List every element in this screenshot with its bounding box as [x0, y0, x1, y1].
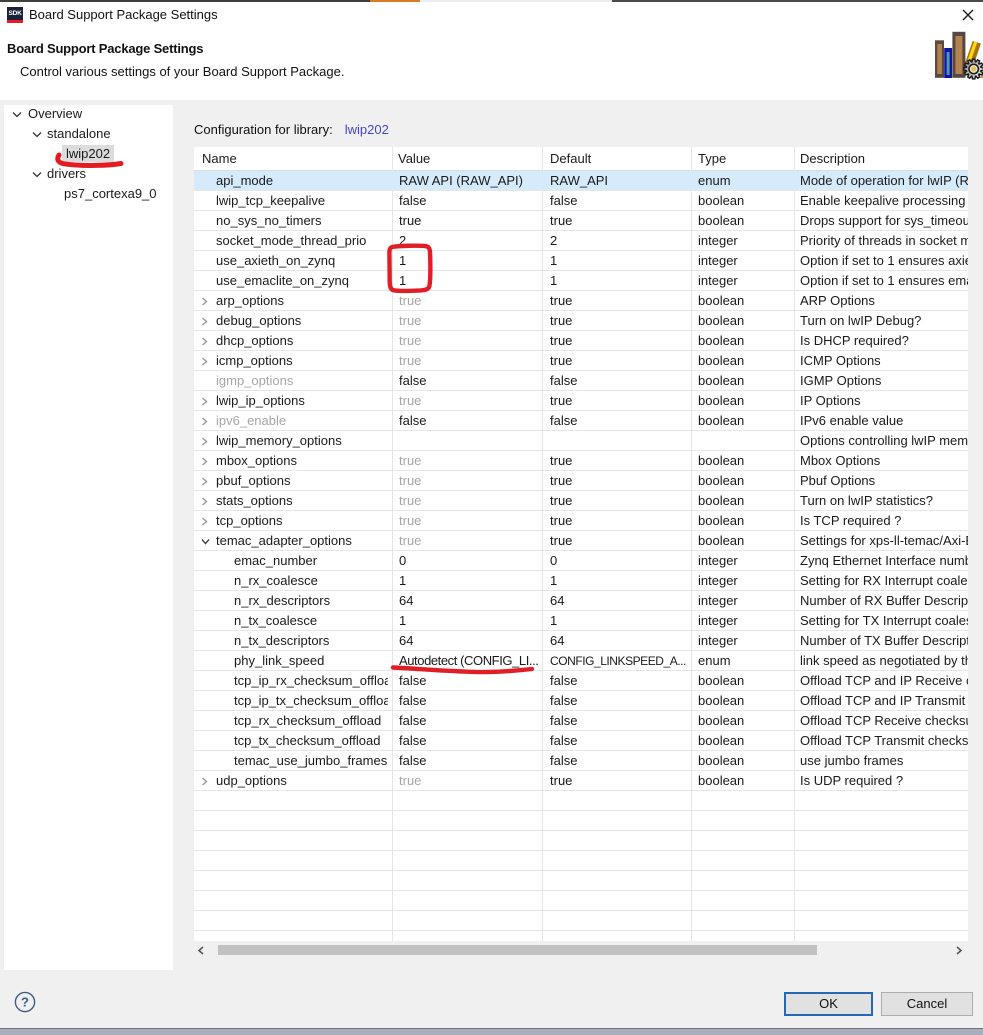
svg-text:?: ? — [21, 995, 29, 1010]
